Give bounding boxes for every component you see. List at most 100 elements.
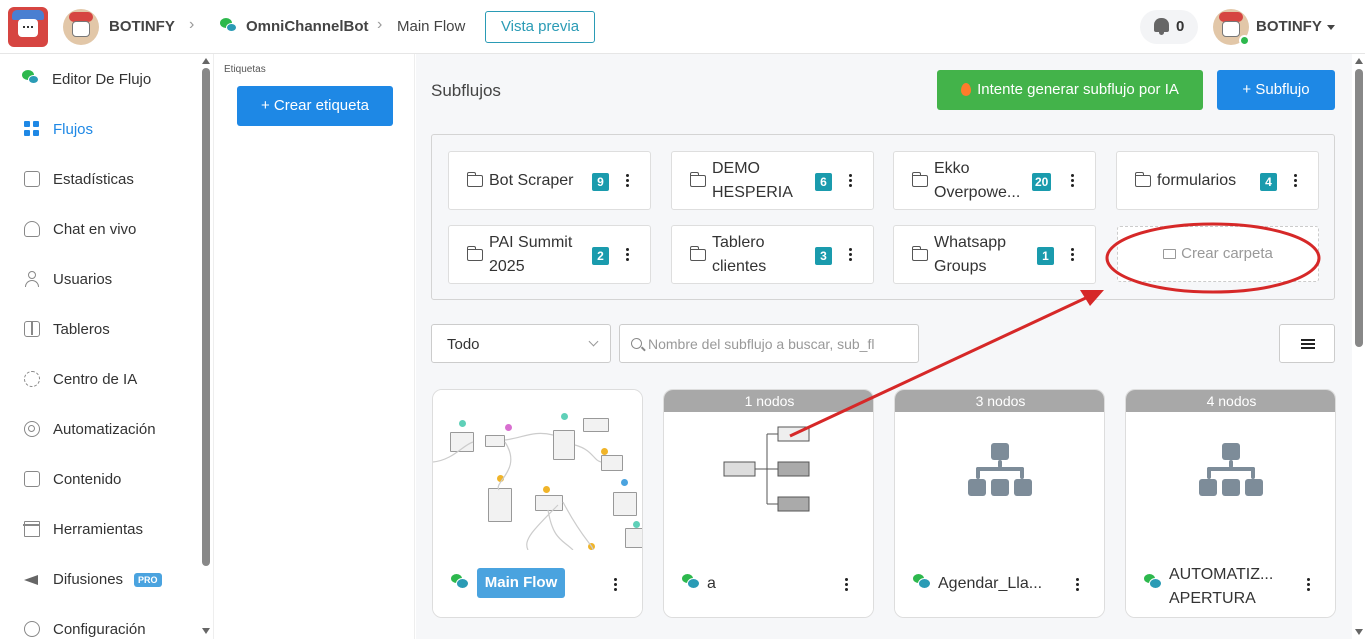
folder-icon: [689, 172, 706, 187]
chat-bot-icon: [1144, 574, 1162, 589]
caret-down-icon[interactable]: [1327, 25, 1335, 30]
chevron-down-icon: [588, 336, 599, 347]
more-vertical-icon[interactable]: [849, 174, 853, 190]
folder-count-badge: 6: [815, 173, 832, 191]
folder-count-badge: 20: [1032, 173, 1052, 191]
online-status-dot: [1239, 35, 1250, 46]
search-field[interactable]: [619, 324, 919, 363]
labels-title: Etiquetas: [224, 64, 266, 75]
folder-item[interactable]: PAI Summit 2025 2: [448, 225, 651, 284]
more-vertical-icon[interactable]: [1307, 578, 1311, 594]
app-logo[interactable]: [8, 7, 48, 47]
filter-value: Todo: [447, 336, 480, 353]
ai-generate-button[interactable]: Intente generar subflujo por IA: [937, 70, 1203, 110]
more-vertical-icon[interactable]: [626, 174, 630, 190]
breadcrumb-flow[interactable]: Main Flow: [397, 18, 465, 35]
sidebar-item-boards[interactable]: Tableros: [0, 318, 200, 342]
folder-count-badge: 1: [1037, 247, 1054, 265]
preview-button[interactable]: Vista previa: [485, 11, 595, 43]
sitemap-icon: [968, 443, 1033, 499]
folder-name: Ekko Overpowe...: [934, 160, 1021, 201]
more-vertical-icon[interactable]: [614, 578, 618, 594]
sidebar-item-flows[interactable]: Flujos: [0, 118, 200, 142]
sidebar-item-ai-center[interactable]: Centro de IA: [0, 368, 200, 392]
chevron-right-icon: ›: [377, 16, 383, 33]
sidebar-item-label: Estadísticas: [53, 171, 134, 188]
folder-item[interactable]: Bot Scraper 9: [448, 151, 651, 210]
pro-badge: PRO: [134, 573, 162, 587]
user-icon: [24, 271, 40, 287]
more-vertical-icon[interactable]: [1071, 248, 1075, 264]
breadcrumb-workspace[interactable]: BOTINFY: [109, 18, 175, 35]
sidebar-item-label: Centro de IA: [53, 371, 138, 388]
subflow-name: Main Flow: [477, 568, 565, 598]
user-name[interactable]: BOTINFY: [1256, 18, 1322, 35]
list-view-button[interactable]: [1279, 324, 1335, 363]
chat-bot-icon: [220, 18, 238, 34]
more-vertical-icon[interactable]: [1294, 174, 1298, 190]
subflow-card[interactable]: 3 nodos Agendar_Lla...: [894, 389, 1105, 618]
more-vertical-icon[interactable]: [1071, 174, 1075, 190]
sidebar-scrollbar[interactable]: [202, 68, 210, 566]
sidebar-item-label: Editor De Flujo: [52, 71, 152, 88]
sidebar-item-label: Automatización: [53, 421, 156, 438]
subflow-card[interactable]: 12 nodos Main Flow: [432, 389, 643, 618]
folder-plus-icon: [1163, 249, 1177, 259]
page-title: Subflujos: [431, 81, 501, 100]
folder-count-badge: 9: [592, 173, 609, 191]
top-bar: BOTINFY › OmniChannelBot › Main Flow Vis…: [0, 0, 1365, 54]
flow-preview: 4 nodos: [1126, 390, 1335, 550]
main-content: Subflujos Intente generar subflujo por I…: [416, 54, 1352, 639]
folder-count-badge: 3: [815, 247, 832, 265]
folder-icon: [466, 172, 483, 187]
sidebar-item-broadcasts[interactable]: Difusiones PRO: [0, 568, 200, 592]
create-folder-button[interactable]: Crear carpeta: [1117, 226, 1319, 282]
sidebar-item-users[interactable]: Usuarios: [0, 268, 200, 292]
folder-name: PAI Summit 2025: [489, 234, 573, 275]
folder-icon: [466, 246, 483, 261]
workspace-avatar[interactable]: [63, 9, 99, 45]
sidebar-item-flow-editor[interactable]: Editor De Flujo: [0, 68, 200, 92]
more-vertical-icon[interactable]: [626, 248, 630, 264]
scroll-down-arrow[interactable]: [202, 628, 210, 634]
sidebar-item-tools[interactable]: Herramientas: [0, 518, 200, 542]
subflow-name: a: [707, 575, 716, 592]
sidebar-item-live-chat[interactable]: Chat en vivo: [0, 218, 200, 242]
folder-count-badge: 4: [1260, 173, 1277, 191]
more-vertical-icon[interactable]: [1076, 578, 1080, 594]
folder-item[interactable]: Ekko Overpowe... 20: [893, 151, 1096, 210]
chat-bot-icon: [22, 70, 40, 87]
more-vertical-icon[interactable]: [845, 578, 849, 594]
breadcrumb-bot[interactable]: OmniChannelBot: [246, 18, 369, 35]
chat-bot-icon: [682, 574, 700, 589]
folder-item[interactable]: DEMO HESPERIA 6: [671, 151, 874, 210]
folder-name: Bot Scraper: [489, 172, 574, 189]
folder-item[interactable]: formularios 4: [1116, 151, 1319, 210]
folder-item[interactable]: Whatsapp Groups 1: [893, 225, 1096, 284]
folder-item[interactable]: Tablero clientes 3: [671, 225, 874, 284]
sidebar-item-settings[interactable]: Configuración: [0, 618, 200, 639]
sidebar-item-automation[interactable]: Automatización: [0, 418, 200, 442]
archive-icon: [23, 521, 40, 537]
page-scrollbar[interactable]: [1354, 54, 1365, 639]
folders-panel: Bot Scraper 9 DEMO HESPERIA 6 Ekko Overp…: [431, 134, 1335, 300]
megaphone-icon: [24, 571, 40, 587]
more-vertical-icon[interactable]: [849, 248, 853, 264]
ai-generate-label: Intente generar subflujo por IA: [977, 81, 1179, 98]
search-input[interactable]: [648, 325, 918, 362]
lifebuoy-icon: [24, 421, 40, 437]
folder-icon: [911, 172, 928, 187]
flow-connectors: [433, 432, 602, 550]
sidebar-item-content[interactable]: Contenido: [0, 468, 200, 492]
subflow-card[interactable]: 4 nodos AUTOMATIZ... APERTURA D...: [1125, 389, 1336, 618]
filter-select[interactable]: Todo: [431, 324, 611, 363]
scroll-up-arrow[interactable]: [202, 58, 210, 64]
notifications-button[interactable]: 0: [1140, 10, 1198, 44]
sidebar-item-statistics[interactable]: Estadísticas: [0, 168, 200, 192]
sidebar-item-label: Usuarios: [53, 271, 113, 288]
sidebar-item-label: Chat en vivo: [53, 221, 137, 238]
create-label-button[interactable]: + Crear etiqueta: [237, 86, 393, 126]
add-subflow-button[interactable]: + Subflujo: [1217, 70, 1335, 110]
subflow-card[interactable]: 1 nodos a: [663, 389, 874, 618]
tree-diagram: [723, 426, 810, 512]
